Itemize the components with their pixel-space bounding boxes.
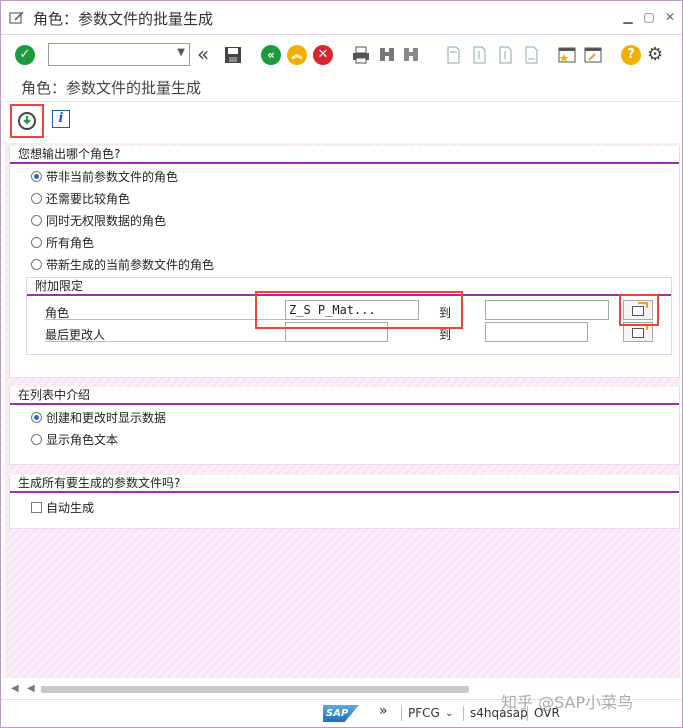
radio-label: 还需要比较角色 — [46, 192, 131, 206]
radio-label: 创建和更改时显示数据 — [46, 411, 167, 425]
radio-button[interactable] — [31, 434, 42, 445]
radio-label: 同时无权限数据的角色 — [46, 214, 167, 228]
radio-option-4[interactable]: 所有角色 — [31, 234, 94, 252]
first-page-icon[interactable] — [443, 45, 463, 65]
group-additional-restrictions: 附加限定 角色 Z_S P_Mat... 到 最后更改人 到 — [26, 277, 672, 355]
radio-button[interactable] — [31, 215, 42, 226]
window-title: 角色：参数文件的批量生成 — [33, 10, 214, 28]
radio-option-1[interactable]: 带非当前参数文件的角色 — [31, 168, 178, 186]
execute-icon — [18, 112, 36, 130]
print-icon[interactable] — [351, 45, 371, 65]
page-title: 角色：参数文件的批量生成 — [21, 79, 202, 97]
radio-button[interactable] — [31, 412, 42, 423]
auto-generate-option[interactable]: 自动生成 — [31, 499, 94, 517]
selection-screen: 您想输出哪个角色? 带非当前参数文件的角色 还需要比较角色 同时无权限数据的角色… — [5, 143, 680, 678]
divider — [401, 706, 402, 721]
minimize-icon[interactable]: ▁ — [621, 10, 635, 24]
prev-page-icon[interactable] — [469, 45, 489, 65]
annotation-highlight-role — [255, 291, 463, 329]
scrollbar-thumb[interactable] — [41, 686, 469, 693]
info-icon[interactable]: i — [52, 110, 70, 128]
transaction-code: PFCG — [408, 706, 440, 720]
group-list-display-heading: 在列表中介绍 — [10, 387, 679, 405]
find-icon[interactable] — [377, 45, 397, 65]
group-generate-profiles: 生成所有要生成的参数文件吗? 自动生成 — [9, 475, 680, 529]
next-page-icon[interactable] — [495, 45, 515, 65]
group-generate-profiles-heading: 生成所有要生成的参数文件吗? — [10, 475, 679, 493]
radio-button[interactable] — [31, 259, 42, 270]
group-output-roles: 您想输出哪个角色? 带非当前参数文件的角色 还需要比较角色 同时无权限数据的角色… — [9, 146, 680, 378]
radio-button[interactable] — [31, 193, 42, 204]
title-bar: 角色：参数文件的批量生成 ▁ ▢ ✕ — [1, 1, 682, 35]
back-icon[interactable]: « — [261, 45, 281, 65]
shortcut-icon[interactable] — [583, 45, 603, 65]
edit-form-icon — [9, 11, 24, 24]
exit-icon[interactable]: ︽ — [287, 45, 307, 65]
chevron-down-icon[interactable]: ⌄ — [445, 708, 453, 719]
radio-option-5[interactable]: 带新生成的当前参数文件的角色 — [31, 256, 214, 274]
radio-label: 显示角色文本 — [46, 433, 119, 447]
enter-icon[interactable]: ✓ — [15, 45, 35, 65]
radio-option-3[interactable]: 同时无权限数据的角色 — [31, 212, 166, 230]
watermark: 知乎 @SAP小菜鸟 — [501, 693, 634, 712]
role-to-input[interactable] — [485, 300, 609, 320]
back-nav-icon[interactable]: « — [197, 44, 217, 65]
command-field[interactable]: ▼ — [48, 43, 190, 66]
scroll-left-page-icon[interactable]: ◀ — [27, 683, 35, 694]
group-list-display: 在列表中介绍 创建和更改时显示数据 显示角色文本 — [9, 387, 680, 465]
radio-label: 所有角色 — [46, 236, 95, 250]
cancel-icon[interactable]: ✕ — [313, 45, 333, 65]
radio-button[interactable] — [31, 171, 42, 182]
radio-label: 带非当前参数文件的角色 — [46, 170, 179, 184]
group-output-roles-heading: 您想输出哪个角色? — [10, 146, 679, 164]
close-icon[interactable]: ✕ — [663, 10, 677, 24]
divider — [463, 706, 464, 721]
save-icon[interactable] — [223, 45, 243, 65]
new-session-icon[interactable] — [557, 45, 577, 65]
annotation-highlight-selection — [619, 294, 659, 326]
radio-option-2[interactable]: 还需要比较角色 — [31, 190, 130, 208]
maximize-icon[interactable]: ▢ — [642, 10, 656, 24]
checkbox-label: 自动生成 — [46, 501, 95, 515]
find-next-icon[interactable] — [401, 45, 421, 65]
settings-icon[interactable]: ⚙ — [647, 45, 667, 65]
execute-button[interactable] — [10, 104, 44, 138]
auto-generate-checkbox[interactable] — [31, 502, 42, 513]
chevron-down-icon[interactable]: ▼ — [177, 47, 185, 58]
sap-logo: SAP — [323, 705, 359, 722]
divider — [45, 341, 303, 342]
expand-status-icon[interactable]: » — [379, 703, 388, 719]
radio-option-role-text[interactable]: 显示角色文本 — [31, 431, 118, 449]
radio-option-display-data[interactable]: 创建和更改时显示数据 — [31, 409, 166, 427]
application-toolbar: i — [1, 101, 682, 141]
standard-toolbar: ✓ ▼ « « ︽ ✕ ? ⚙ — [1, 36, 682, 74]
sap-window: 角色：参数文件的批量生成 ▁ ▢ ✕ ✓ ▼ « « ︽ ✕ ? ⚙ 角色：参数… — [0, 0, 683, 728]
help-icon[interactable]: ? — [621, 45, 641, 65]
scroll-left-icon[interactable]: ◀ — [11, 683, 19, 694]
radio-button[interactable] — [31, 237, 42, 248]
last-page-icon[interactable] — [521, 45, 541, 65]
changed-by-to-input[interactable] — [485, 322, 588, 342]
radio-label: 带新生成的当前参数文件的角色 — [46, 258, 215, 272]
